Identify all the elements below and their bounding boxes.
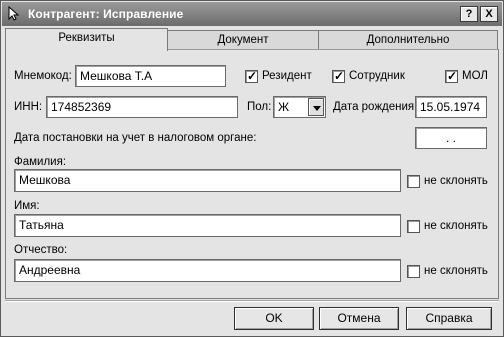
help-title-button[interactable]: ? — [460, 6, 478, 22]
tax-reg-date-input[interactable]: . . — [415, 127, 487, 149]
tab-requisites[interactable]: Реквизиты — [5, 28, 168, 51]
tab-strip: Реквизиты Документ Дополнительно — [5, 28, 499, 51]
name-no-decline-checkbox[interactable] — [407, 220, 420, 233]
divider — [5, 300, 499, 302]
surname-no-decline-checkbox[interactable] — [407, 175, 420, 188]
dialog-window: Контрагент: Исправление ? X Реквизиты До… — [0, 0, 504, 337]
gender-select[interactable]: Ж — [273, 96, 326, 118]
checkmark-icon: ✓ — [334, 69, 345, 83]
resident-label: Резидент — [262, 70, 312, 82]
name-no-decline-label: не склонять — [424, 220, 488, 232]
app-icon — [8, 6, 20, 21]
ok-button[interactable]: OK — [234, 307, 314, 330]
checkmark-icon: ✓ — [247, 69, 258, 83]
gender-value: Ж — [278, 100, 290, 114]
checkmark-icon: ✓ — [447, 69, 458, 83]
chevron-down-icon[interactable] — [308, 98, 324, 116]
window-title: Контрагент: Исправление — [28, 7, 184, 21]
mol-label: МОЛ — [462, 70, 488, 82]
close-button[interactable]: X — [480, 6, 498, 22]
patronymic-no-decline-label: не склонять — [424, 265, 488, 277]
tab-additional[interactable]: Дополнительно — [318, 30, 498, 50]
name-label: Имя: — [14, 200, 40, 212]
mnemocode-input[interactable]: Мешкова Т.А — [75, 65, 226, 87]
name-input[interactable]: Татьяна — [14, 214, 401, 237]
surname-label: Фамилия: — [14, 156, 67, 168]
resident-checkbox[interactable]: ✓ — [245, 69, 258, 83]
inn-input[interactable]: 174852369 — [46, 96, 238, 118]
birthdate-label: Дата рождения: — [333, 101, 418, 113]
help-button[interactable]: Справка — [406, 307, 492, 330]
inn-label: ИНН: — [14, 101, 43, 113]
employee-label: Сотрудник — [349, 70, 405, 82]
patronymic-input[interactable]: Андреевна — [14, 259, 401, 282]
birthdate-input[interactable]: 15.05.1974 — [415, 96, 487, 118]
title-bar: Контрагент: Исправление ? X — [2, 2, 502, 26]
tab-document[interactable]: Документ — [166, 30, 320, 50]
patronymic-label: Отчество: — [14, 244, 68, 256]
surname-input[interactable]: Мешкова — [14, 169, 401, 192]
patronymic-no-decline-checkbox[interactable] — [407, 265, 420, 278]
mol-checkbox[interactable]: ✓ — [445, 69, 458, 83]
cancel-button[interactable]: Отмена — [319, 307, 399, 330]
mnemocode-label: Мнемокод: — [14, 70, 72, 82]
gender-label: Пол: — [247, 101, 272, 113]
employee-checkbox[interactable]: ✓ — [332, 69, 345, 83]
surname-no-decline-label: не склонять — [424, 175, 488, 187]
tax-reg-date-label: Дата постановки на учет в налоговом орга… — [14, 132, 257, 144]
